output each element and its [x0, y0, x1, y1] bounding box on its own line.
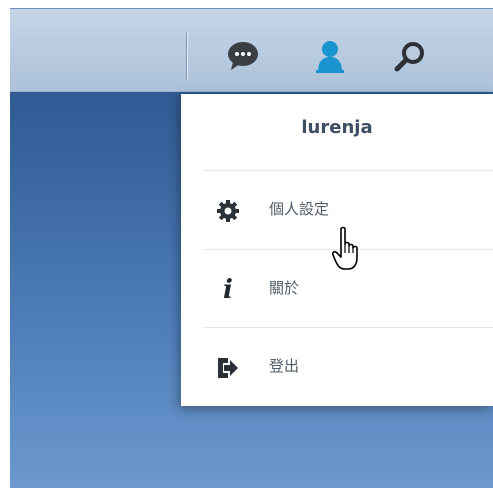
taskbar: [10, 8, 493, 92]
search-button[interactable]: [390, 36, 430, 76]
username-label: lurenja: [301, 117, 373, 138]
notifications-button[interactable]: [223, 36, 263, 76]
logout-icon: [217, 357, 239, 379]
menu-divider: [203, 249, 493, 250]
taskbar-separator: [186, 33, 187, 79]
user-menu-button[interactable]: [310, 36, 350, 76]
chat-bubble-icon: [228, 42, 258, 70]
logout-label: 登出: [269, 357, 300, 375]
search-icon: [394, 42, 424, 72]
user-icon: [316, 41, 344, 73]
about-menu-item[interactable]: i 關於: [181, 251, 493, 327]
logout-menu-item[interactable]: 登出: [181, 329, 493, 405]
menu-divider: [203, 170, 493, 171]
menu-divider: [203, 327, 493, 328]
user-dropdown-menu: lurenja 個人設定 i 關於 登出: [181, 94, 493, 406]
gear-icon: [217, 200, 239, 222]
personal-settings-label: 個人設定: [269, 200, 330, 218]
info-icon: i: [223, 275, 233, 305]
about-label: 關於: [269, 279, 300, 297]
personal-settings-menu-item[interactable]: 個人設定: [181, 172, 493, 248]
